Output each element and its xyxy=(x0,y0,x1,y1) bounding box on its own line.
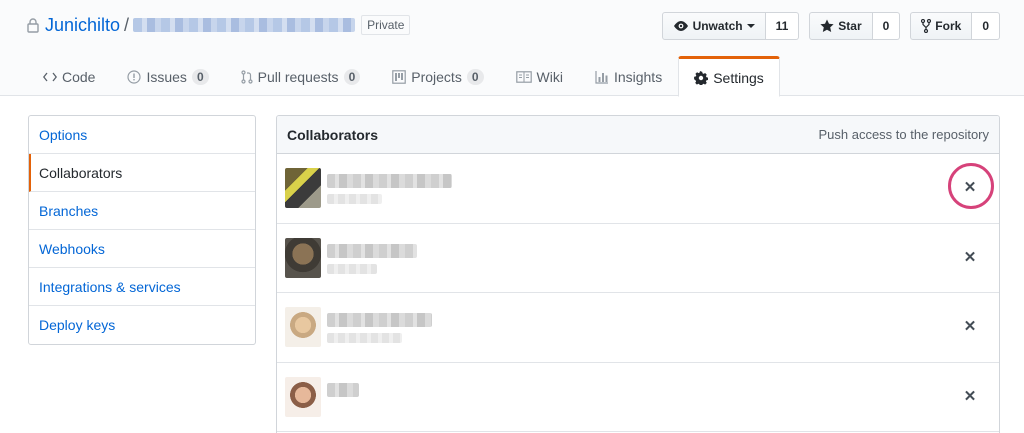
gear-icon xyxy=(694,70,709,85)
tab-insights[interactable]: Insights xyxy=(579,56,678,96)
repo-name-link[interactable] xyxy=(133,18,356,32)
unwatch-label: Unwatch xyxy=(692,19,743,33)
collaborator-name[interactable] xyxy=(327,243,417,258)
collaborator-row: ✕ xyxy=(277,224,999,293)
tab-issues[interactable]: Issues 0 xyxy=(111,56,224,96)
forks-count[interactable]: 0 xyxy=(972,12,1000,40)
collaborator-row: ✕ xyxy=(277,154,999,224)
settings-menu: Options Collaborators Branches Webhooks … xyxy=(28,115,256,345)
fork-group: Fork 0 xyxy=(910,12,1000,40)
star-icon xyxy=(820,19,834,32)
collaborator-row: ✕ xyxy=(277,293,999,363)
collaborator-name[interactable] xyxy=(327,174,452,188)
tab-wiki-label: Wiki xyxy=(536,69,563,85)
tab-wiki[interactable]: Wiki xyxy=(500,56,579,96)
star-button[interactable]: Star xyxy=(809,12,873,40)
remove-collaborator-button[interactable]: ✕ xyxy=(959,385,981,407)
fork-label: Fork xyxy=(935,19,962,33)
repo-owner-link[interactable]: Junichilto xyxy=(45,15,120,36)
lock-icon xyxy=(27,18,39,33)
projects-counter: 0 xyxy=(466,69,484,85)
chevron-down-icon xyxy=(746,24,755,28)
push-access-note: Push access to the repository xyxy=(818,127,989,142)
tab-insights-label: Insights xyxy=(613,69,663,85)
star-label: Star xyxy=(838,19,862,33)
graph-icon xyxy=(595,71,608,84)
avatar[interactable] xyxy=(285,376,321,417)
project-icon xyxy=(392,70,407,84)
menu-item-webhooks[interactable]: Webhooks xyxy=(29,230,255,268)
menu-item-deploy-keys[interactable]: Deploy keys xyxy=(29,306,255,344)
pull-request-icon xyxy=(241,70,253,84)
avatar[interactable] xyxy=(285,168,321,208)
remove-collaborator-button[interactable]: ✕ xyxy=(959,315,981,337)
stargazers-count[interactable]: 0 xyxy=(872,12,901,40)
watchers-count[interactable]: 11 xyxy=(765,12,800,40)
tab-code-label: Code xyxy=(62,69,96,85)
tab-issues-label: Issues xyxy=(146,69,187,85)
tab-pull-requests-label: Pull requests xyxy=(257,69,339,85)
close-icon: ✕ xyxy=(963,248,977,266)
star-group: Star 0 xyxy=(809,12,901,40)
close-icon: ✕ xyxy=(963,179,977,196)
menu-item-collaborators[interactable]: Collaborators xyxy=(29,154,255,192)
menu-item-branches[interactable]: Branches xyxy=(29,192,255,230)
collaborator-username xyxy=(327,194,382,204)
remove-collaborator-button[interactable]: ✕ xyxy=(959,246,981,268)
collaborator-name[interactable] xyxy=(327,313,432,327)
code-icon xyxy=(43,72,57,82)
issue-icon xyxy=(127,70,142,84)
repo-header: Junichilto / Private Unwatch 11 Star 0 F… xyxy=(0,0,1024,97)
repo-title: Junichilto / Private xyxy=(27,13,411,37)
pull-requests-counter: 0 xyxy=(343,69,361,85)
menu-item-options[interactable]: Options xyxy=(29,116,255,154)
collaborators-title: Collaborators xyxy=(287,126,379,143)
page-actions: Unwatch 11 Star 0 Fork 0 xyxy=(661,12,1000,40)
fork-button[interactable]: Fork xyxy=(910,12,973,40)
tab-projects-label: Projects xyxy=(411,69,462,85)
collaborator-username xyxy=(327,263,377,274)
menu-item-integrations-services[interactable]: Integrations & services xyxy=(29,268,255,306)
collaborators-header: Collaborators Push access to the reposit… xyxy=(277,116,999,154)
tab-code[interactable]: Code xyxy=(27,56,111,96)
unwatch-button[interactable]: Unwatch xyxy=(661,12,766,40)
remove-collaborator-button[interactable]: ✕ xyxy=(959,176,981,198)
book-icon xyxy=(515,71,532,83)
path-separator: / xyxy=(124,14,130,35)
tab-pull-requests[interactable]: Pull requests 0 xyxy=(225,56,377,96)
tab-settings-label: Settings xyxy=(713,69,764,86)
tab-projects[interactable]: Projects 0 xyxy=(376,56,499,96)
close-icon: ✕ xyxy=(963,318,977,335)
issues-counter: 0 xyxy=(191,69,209,85)
collaborator-row: ✕ xyxy=(277,363,999,432)
eye-icon xyxy=(673,21,688,31)
avatar[interactable] xyxy=(285,237,321,278)
repo-nav: Code Issues 0 Pull requests 0 Projects 0… xyxy=(27,56,780,97)
collaborators-box: Collaborators Push access to the reposit… xyxy=(276,115,1000,433)
avatar[interactable] xyxy=(285,307,321,347)
collaborator-name[interactable] xyxy=(327,382,359,397)
fork-icon xyxy=(921,19,932,33)
collaborator-username xyxy=(327,333,402,343)
close-icon: ✕ xyxy=(963,387,977,405)
visibility-badge: Private xyxy=(361,15,411,35)
watch-group: Unwatch 11 xyxy=(661,12,800,40)
tab-settings[interactable]: Settings xyxy=(678,56,780,97)
